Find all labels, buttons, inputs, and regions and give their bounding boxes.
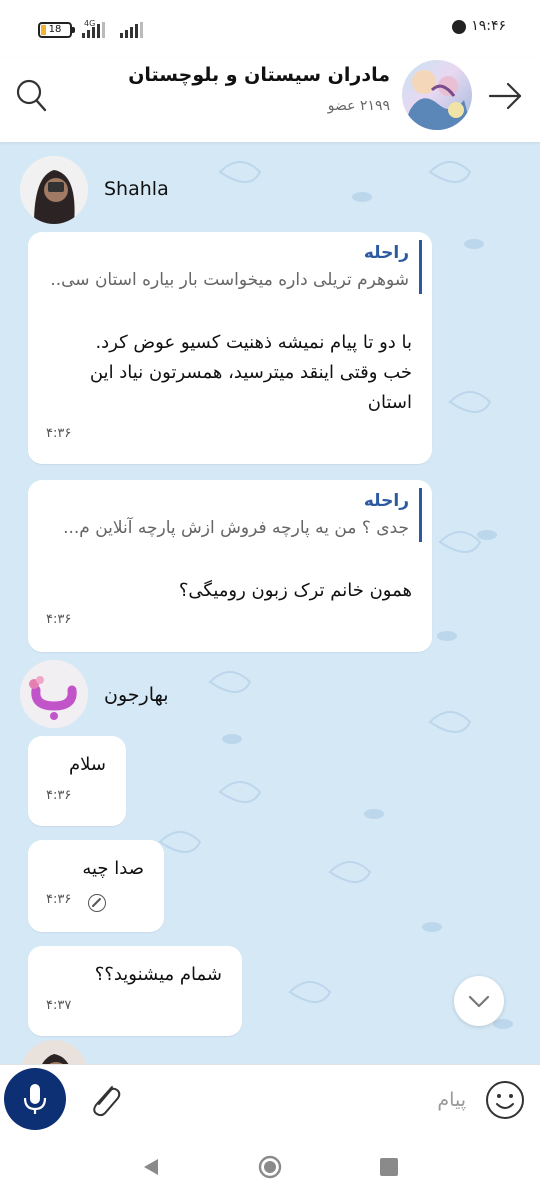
avatar[interactable]	[20, 660, 88, 728]
sender-name[interactable]: بهارجون	[104, 684, 169, 706]
search-icon[interactable]	[14, 76, 50, 116]
message-text: شمام میشنوید؟؟	[94, 964, 222, 985]
edit-pencil-icon	[88, 894, 106, 912]
signal-icon	[82, 22, 105, 38]
status-time: ۱۹:۴۶	[471, 18, 506, 34]
message-text: با دو تا پیام نمیشه ذهنیت کسیو عوض کرد. …	[89, 332, 412, 413]
message-time: ۴:۳۶	[46, 426, 72, 441]
group-avatar[interactable]	[402, 60, 472, 130]
signal-icon	[120, 22, 143, 38]
reply-quote[interactable]: راحله جدی ؟ من یه پارچه فروش ازش پارچه آ…	[42, 488, 422, 542]
chat-header: مادران سیستان و بلوچستان ۲۱۹۹ عضو	[0, 58, 540, 142]
member-count: ۲۱۹۹ عضو	[327, 98, 390, 114]
chevron-down-icon[interactable]	[454, 976, 504, 1026]
message-time: ۴:۳۶	[46, 892, 72, 907]
status-bar: 18 4G ۱۹:۴۶	[0, 0, 540, 58]
nav-recent-icon[interactable]	[380, 1158, 398, 1176]
message-time: ۴:۳۶	[46, 788, 72, 803]
message-bubble[interactable]: شمام میشنوید؟؟ ۴:۳۷	[28, 946, 242, 1036]
message-bubble[interactable]: راحله جدی ؟ من یه پارچه فروش ازش پارچه آ…	[28, 480, 432, 652]
chat-area[interactable]: Shahla راحله شوهرم تریلی داره میخواست با…	[0, 142, 540, 1064]
battery-indicator: 18	[38, 22, 75, 38]
quote-text: شوهرم تریلی داره میخواست بار بیاره استان…	[50, 270, 409, 290]
sender-name[interactable]: Shahla	[104, 178, 169, 200]
message-bubble[interactable]: سلام ۴:۳۶	[28, 736, 126, 826]
quote-sender: راحله	[363, 491, 409, 511]
battery-level: 18	[48, 24, 62, 35]
quote-text: جدی ؟ من یه پارچه فروش ازش پارچه آنلاین …	[63, 518, 409, 538]
message-text: صدا چیه	[82, 858, 144, 879]
system-nav-bar	[0, 1134, 540, 1200]
dnd-icon	[452, 20, 466, 34]
message-text: سلام	[69, 754, 106, 775]
paperclip-icon[interactable]	[86, 1079, 126, 1119]
message-bubble[interactable]: راحله شوهرم تریلی داره میخواست بار بیاره…	[28, 232, 432, 464]
arrow-right-icon[interactable]	[486, 78, 526, 114]
message-text: همون خانم ترک زبون رومیگی؟	[178, 580, 412, 601]
message-time: ۴:۳۷	[46, 998, 72, 1013]
message-input[interactable]	[150, 1080, 466, 1120]
smiley-icon[interactable]	[484, 1079, 526, 1121]
message-time: ۴:۳۶	[46, 612, 72, 627]
quote-sender: راحله	[363, 243, 409, 263]
avatar[interactable]	[20, 156, 88, 224]
nav-back-icon[interactable]	[140, 1156, 162, 1178]
group-title[interactable]: مادران سیستان و بلوچستان	[128, 64, 390, 86]
reply-quote[interactable]: راحله شوهرم تریلی داره میخواست بار بیاره…	[42, 240, 422, 294]
nav-home-icon[interactable]	[257, 1154, 283, 1180]
microphone-icon[interactable]	[4, 1068, 66, 1130]
message-input-bar	[0, 1064, 540, 1134]
message-bubble[interactable]: صدا چیه ۴:۳۶	[28, 840, 164, 932]
